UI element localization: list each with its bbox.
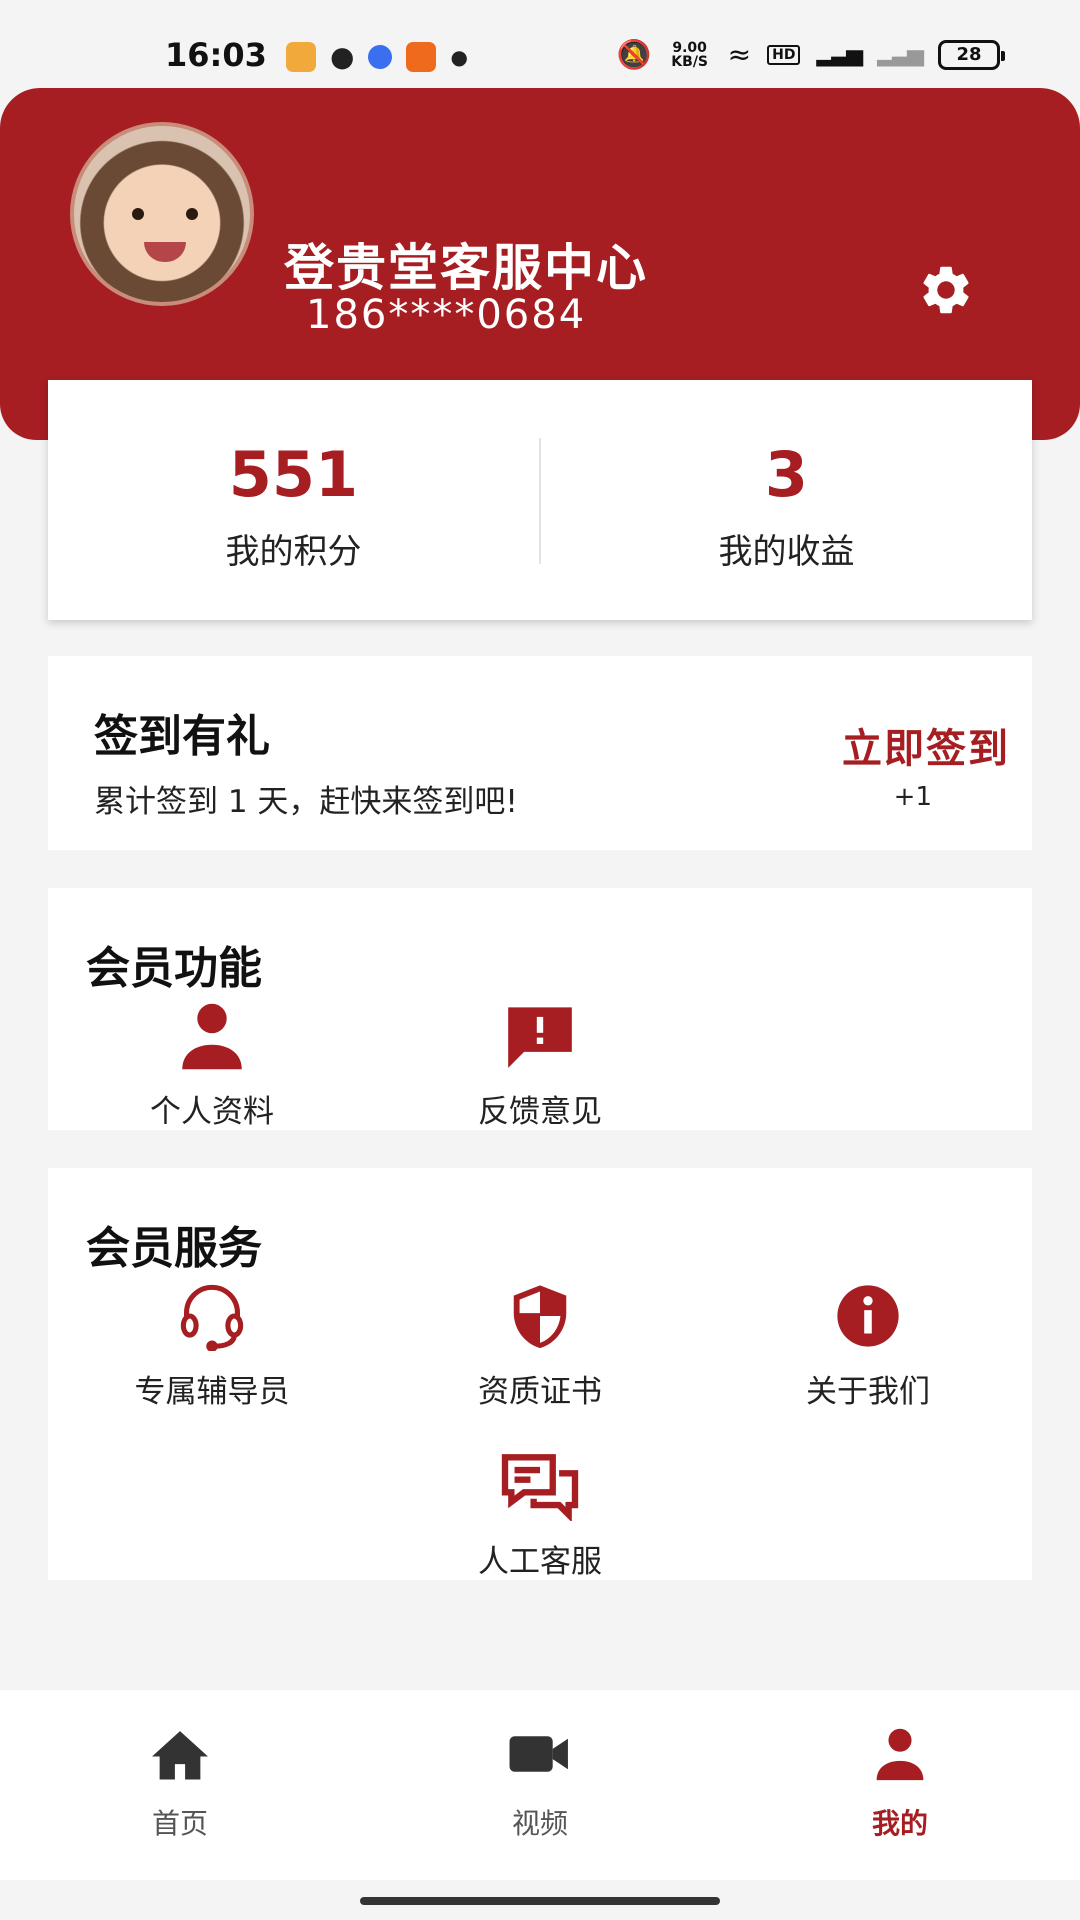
certificate-item[interactable]: 资质证书 <box>420 1280 660 1411</box>
stats-card: 551 我的积分 3 我的收益 <box>48 380 1032 620</box>
dot-icon: ● <box>450 44 468 69</box>
battery-icon: 28 <box>938 39 1005 70</box>
item-label: 专属辅导员 <box>134 1374 290 1410</box>
nav-label: 视频 <box>511 1807 568 1840</box>
info-icon <box>826 1280 910 1352</box>
counselor-item[interactable]: 专属辅导员 <box>92 1280 332 1411</box>
nav-video[interactable]: 视频 <box>360 1690 720 1880</box>
baidu-icon <box>368 44 393 69</box>
person-icon <box>170 1000 254 1072</box>
nav-home[interactable]: 首页 <box>0 1690 360 1880</box>
chat-icon <box>498 1450 582 1522</box>
status-time: 16:03 <box>165 36 267 74</box>
nav-mine[interactable]: 我的 <box>720 1690 1080 1880</box>
video-icon <box>505 1724 575 1784</box>
item-label: 人工客服 <box>478 1544 602 1580</box>
avatar[interactable] <box>70 122 254 306</box>
avatar-eye <box>132 208 144 220</box>
network-speed: 9.00 KB/S <box>671 39 709 70</box>
checkin-button[interactable]: 立即签到 <box>842 716 1010 774</box>
section-title: 会员服务 <box>86 1223 262 1274</box>
feedback-item[interactable]: 反馈意见 <box>420 1000 660 1131</box>
person-icon <box>865 1724 935 1784</box>
points-stat[interactable]: 551 我的积分 <box>48 380 539 620</box>
app-orange-icon <box>406 41 437 72</box>
user-name: 登贵堂客服中心 <box>284 239 648 297</box>
battery-level: 28 <box>956 44 982 65</box>
member-functions-section: 会员功能 个人资料 反馈意见 <box>48 888 1032 1130</box>
signal-icon: ▂▃▅ <box>816 42 863 67</box>
mute-icon: 🔕 <box>616 38 652 71</box>
points-label: 我的积分 <box>225 532 362 572</box>
home-icon <box>145 1724 215 1784</box>
points-value: 551 <box>228 438 359 511</box>
notification-icons: ● ● <box>286 40 468 73</box>
profile-info-item[interactable]: 个人资料 <box>92 1000 332 1131</box>
earnings-stat[interactable]: 3 我的收益 <box>541 380 1032 620</box>
settings-button[interactable] <box>914 258 978 322</box>
checkin-title: 签到有礼 <box>94 711 270 762</box>
home-indicator[interactable] <box>360 1897 720 1905</box>
section-title: 会员功能 <box>86 943 262 994</box>
customer-service-item[interactable]: 人工客服 <box>420 1450 660 1581</box>
item-label: 个人资料 <box>150 1094 274 1130</box>
earnings-label: 我的收益 <box>718 532 855 572</box>
checkin-card: 签到有礼 累计签到 1 天，赶快来签到吧! 立即签到 +1 <box>48 656 1032 850</box>
shield-icon <box>498 1280 582 1352</box>
earnings-value: 3 <box>764 438 809 511</box>
app-notification-icon <box>286 41 316 72</box>
hd-icon: HD <box>767 44 801 65</box>
wifi-icon: ≈ <box>727 38 752 71</box>
feedback-icon <box>498 1000 582 1072</box>
member-services-section: 会员服务 专属辅导员 资质证书 关于我们 人工客服 <box>48 1168 1032 1580</box>
gear-icon <box>923 266 969 314</box>
bottom-nav: 首页 视频 我的 <box>0 1690 1080 1880</box>
checkin-description: 累计签到 1 天，赶快来签到吧! <box>94 784 518 820</box>
headset-icon <box>170 1280 254 1352</box>
item-label: 反馈意见 <box>478 1094 602 1130</box>
wechat-icon: ● <box>330 40 355 73</box>
user-phone: 186****0684 <box>306 292 587 338</box>
signal-icon-2: ▂▃▅ <box>877 42 924 67</box>
avatar-mouth <box>144 242 186 262</box>
item-label: 关于我们 <box>806 1374 930 1410</box>
item-label: 资质证书 <box>478 1374 602 1410</box>
avatar-eye <box>186 208 198 220</box>
nav-label: 我的 <box>871 1807 928 1840</box>
about-us-item[interactable]: 关于我们 <box>748 1280 988 1411</box>
nav-label: 首页 <box>151 1807 208 1840</box>
system-icons: 🔕 9.00 KB/S ≈ HD ▂▃▅ ▂▃▅ 28 <box>616 38 1005 71</box>
checkin-bonus: +1 <box>893 782 932 812</box>
